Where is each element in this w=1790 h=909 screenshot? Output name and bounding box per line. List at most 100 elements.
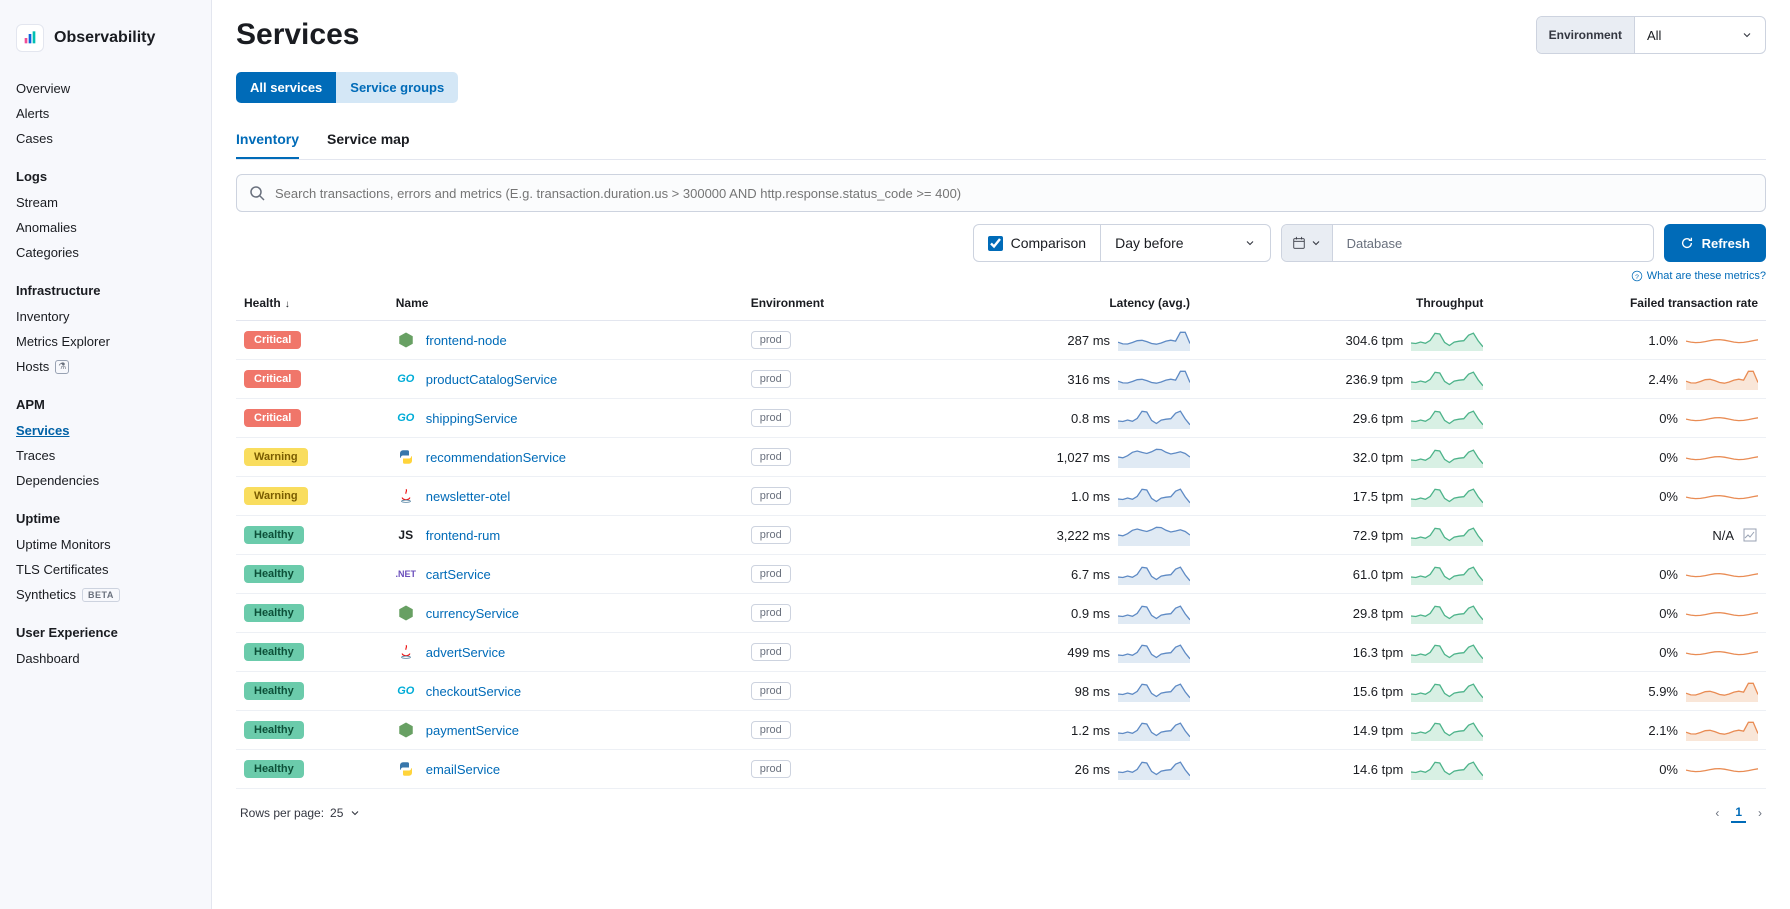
latency-value: 1,027 ms	[1057, 450, 1110, 465]
sparkline	[1411, 680, 1483, 702]
sidebar-item-dependencies[interactable]: Dependencies	[0, 468, 211, 493]
pager-current[interactable]: 1	[1731, 803, 1746, 823]
svg-text:?: ?	[1635, 274, 1639, 281]
pager-next[interactable]: ›	[1758, 806, 1762, 820]
health-badge: Healthy	[244, 721, 304, 739]
throughput-value: 16.3 tpm	[1353, 645, 1404, 660]
col-environment[interactable]: Environment	[743, 288, 913, 321]
rows-per-page-select[interactable]: Rows per page: 25	[240, 806, 361, 820]
latency-value: 1.2 ms	[1071, 723, 1110, 738]
service-link[interactable]: cartService	[426, 567, 491, 582]
logo-row: Observability	[0, 16, 211, 72]
environment-select[interactable]: Environment All	[1536, 16, 1766, 54]
environment-badge: prod	[751, 409, 791, 427]
sparkline	[1118, 563, 1190, 585]
tab-all-services[interactable]: All services	[236, 72, 336, 103]
sidebar-item-label: Synthetics	[16, 587, 76, 602]
service-link[interactable]: productCatalogService	[426, 372, 558, 387]
service-link[interactable]: frontend-node	[426, 333, 507, 348]
sidebar-item-label: Dashboard	[16, 651, 80, 666]
sidebar-item-services[interactable]: Services	[0, 418, 211, 443]
service-link[interactable]: emailService	[426, 762, 500, 777]
service-link[interactable]: advertService	[426, 645, 505, 660]
sidebar-item-synthetics[interactable]: SyntheticsBETA	[0, 582, 211, 607]
filter-row: Comparison Day before Database Refresh	[236, 224, 1766, 262]
date-picker-button[interactable]	[1282, 225, 1333, 261]
sparkline	[1686, 719, 1758, 741]
sparkline	[1686, 407, 1758, 429]
col-failed-rate[interactable]: Failed transaction rate	[1491, 288, 1766, 321]
col-throughput[interactable]: Throughput	[1198, 288, 1491, 321]
comparison-select[interactable]: Day before	[1101, 225, 1269, 261]
tab-service-groups[interactable]: Service groups	[336, 72, 458, 103]
refresh-button[interactable]: Refresh	[1664, 224, 1766, 262]
latency-value: 98 ms	[1075, 684, 1110, 699]
sidebar-item-overview[interactable]: Overview	[0, 76, 211, 101]
sidebar-item-traces[interactable]: Traces	[0, 443, 211, 468]
java-icon	[396, 642, 416, 662]
throughput-value: 304.6 tpm	[1346, 333, 1404, 348]
failed-rate-value: 0%	[1659, 645, 1678, 660]
sparkline	[1686, 680, 1758, 702]
search-input[interactable]	[275, 186, 1753, 201]
services-table: Health↓ Name Environment Latency (avg.) …	[236, 288, 1766, 789]
sidebar-item-hosts[interactable]: Hosts⚗	[0, 354, 211, 379]
sparkline	[1411, 407, 1483, 429]
table-row: CriticalGOproductCatalogServiceprod316 m…	[236, 360, 1766, 399]
pager-prev[interactable]: ‹	[1715, 806, 1719, 820]
environment-badge: prod	[751, 760, 791, 778]
comparison-checkbox[interactable]	[988, 236, 1003, 251]
sidebar-item-categories[interactable]: Categories	[0, 240, 211, 265]
service-link[interactable]: newsletter-otel	[426, 489, 511, 504]
environment-value[interactable]: All	[1635, 17, 1765, 53]
sidebar-item-alerts[interactable]: Alerts	[0, 101, 211, 126]
date-range-value[interactable]: Database	[1333, 236, 1653, 251]
col-health[interactable]: Health↓	[236, 288, 388, 321]
go-icon: GO	[396, 408, 416, 428]
sidebar-item-stream[interactable]: Stream	[0, 190, 211, 215]
node-icon	[396, 330, 416, 350]
sidebar: Observability OverviewAlertsCases LogsSt…	[0, 0, 212, 909]
help-link[interactable]: ? What are these metrics?	[1631, 270, 1766, 282]
comparison-checkbox-label[interactable]: Comparison	[974, 225, 1101, 261]
environment-badge: prod	[751, 370, 791, 388]
nav-section-user-experience: User Experience Dashboard	[0, 611, 211, 675]
health-badge: Critical	[244, 331, 301, 349]
service-link[interactable]: currencyService	[426, 606, 519, 621]
service-link[interactable]: paymentService	[426, 723, 519, 738]
comparison-group: Comparison Day before	[973, 224, 1271, 262]
col-latency[interactable]: Latency (avg.)	[913, 288, 1198, 321]
col-name[interactable]: Name	[388, 288, 743, 321]
sidebar-item-label: Services	[16, 423, 70, 438]
sidebar-item-cases[interactable]: Cases	[0, 126, 211, 151]
sidebar-item-tls-certificates[interactable]: TLS Certificates	[0, 557, 211, 582]
sidebar-item-dashboard[interactable]: Dashboard	[0, 646, 211, 671]
sparkline	[1118, 485, 1190, 507]
flask-icon: ⚗	[55, 360, 69, 374]
tab-inventory[interactable]: Inventory	[236, 121, 299, 159]
comparison-label: Comparison	[1011, 235, 1086, 251]
sidebar-item-uptime-monitors[interactable]: Uptime Monitors	[0, 532, 211, 557]
service-link[interactable]: recommendationService	[426, 450, 566, 465]
table-row: HealthyJSfrontend-rumprod3,222 ms72.9 tp…	[236, 516, 1766, 555]
sidebar-item-anomalies[interactable]: Anomalies	[0, 215, 211, 240]
nav-section-title: Logs	[0, 159, 211, 190]
environment-badge: prod	[751, 487, 791, 505]
tab-service-map[interactable]: Service map	[327, 121, 410, 159]
service-link[interactable]: checkoutService	[426, 684, 521, 699]
throughput-value: 29.6 tpm	[1353, 411, 1404, 426]
app-logo-icon	[16, 24, 44, 52]
sparkline	[1411, 329, 1483, 351]
sidebar-item-metrics-explorer[interactable]: Metrics Explorer	[0, 329, 211, 354]
service-link[interactable]: frontend-rum	[426, 528, 500, 543]
nav-section-title: Infrastructure	[0, 273, 211, 304]
service-link[interactable]: shippingService	[426, 411, 518, 426]
search-box[interactable]	[236, 174, 1766, 212]
sidebar-item-inventory[interactable]: Inventory	[0, 304, 211, 329]
nav-section-title: User Experience	[0, 615, 211, 646]
sparkline	[1686, 446, 1758, 468]
table-row: Healthy.NETcartServiceprod6.7 ms61.0 tpm…	[236, 555, 1766, 594]
python-icon	[396, 759, 416, 779]
table-row: HealthyemailServiceprod26 ms14.6 tpm0%	[236, 750, 1766, 789]
health-badge: Warning	[244, 448, 308, 466]
